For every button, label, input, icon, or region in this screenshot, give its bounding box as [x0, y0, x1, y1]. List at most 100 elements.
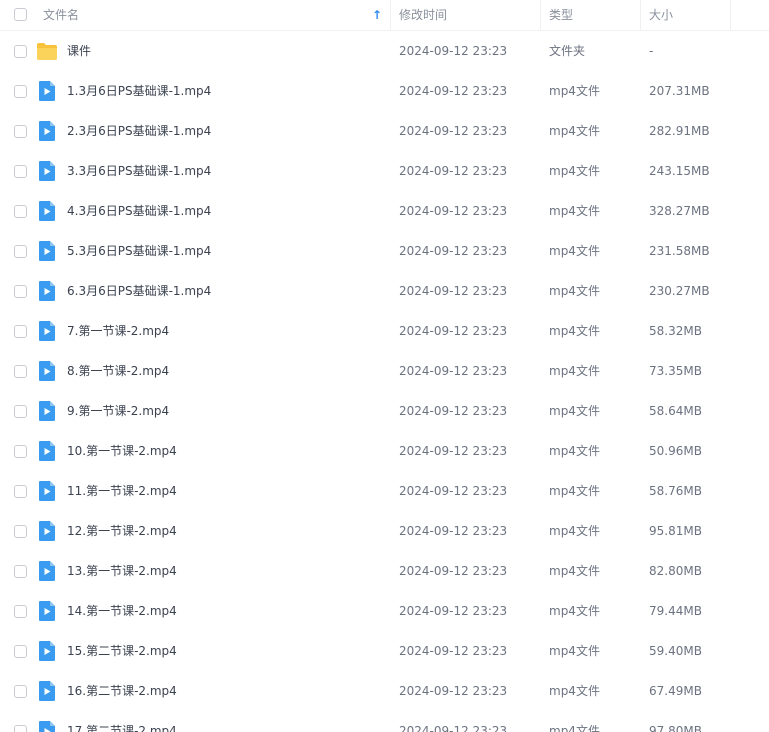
modified-time: 2024-09-12 23:23 — [399, 44, 508, 58]
file-name[interactable]: 1.3月6日PS基础课-1.mp4 — [67, 71, 211, 111]
column-header-type[interactable]: 类型 — [549, 0, 573, 30]
modified-time: 2024-09-12 23:23 — [399, 444, 508, 458]
file-name[interactable]: 13.第一节课-2.mp4 — [67, 551, 177, 591]
file-name[interactable]: 课件 — [67, 31, 91, 71]
file-row[interactable]: 17.第二节课-2.mp4 2024-09-12 23:23 mp4文件 97.80M… — [0, 711, 769, 732]
file-name[interactable]: 5.3月6日PS基础课-1.mp4 — [67, 231, 211, 271]
folder-icon — [36, 40, 58, 62]
row-checkbox[interactable] — [14, 445, 27, 458]
file-type: mp4文件 — [549, 444, 600, 458]
file-size: 328.27MB — [649, 204, 710, 218]
select-all-checkbox[interactable] — [14, 8, 27, 21]
file-type: mp4文件 — [549, 524, 600, 538]
modified-time: 2024-09-12 23:23 — [399, 124, 508, 138]
file-size: 282.91MB — [649, 124, 710, 138]
file-name[interactable]: 11.第一节课-2.mp4 — [67, 471, 177, 511]
column-header-name[interactable]: 文件名 — [43, 0, 79, 30]
row-checkbox[interactable] — [14, 85, 27, 98]
row-checkbox[interactable] — [14, 485, 27, 498]
row-checkbox[interactable] — [14, 245, 27, 258]
row-checkbox[interactable] — [14, 365, 27, 378]
file-size: 58.32MB — [649, 324, 702, 338]
row-checkbox[interactable] — [14, 325, 27, 338]
file-type: mp4文件 — [549, 644, 600, 658]
file-size: 73.35MB — [649, 364, 702, 378]
file-name[interactable]: 2.3月6日PS基础课-1.mp4 — [67, 111, 211, 151]
file-row[interactable]: 12.第一节课-2.mp4 2024-09-12 23:23 mp4文件 95.81M… — [0, 511, 769, 551]
file-list: 文件名 ↑ 修改时间 类型 大小 课件 2024-09-12 23:23 文件夹 - 1… — [0, 0, 769, 732]
file-row[interactable]: 15.第二节课-2.mp4 2024-09-12 23:23 mp4文件 59.40M… — [0, 631, 769, 671]
row-checkbox[interactable] — [14, 605, 27, 618]
file-name[interactable]: 6.3月6日PS基础课-1.mp4 — [67, 271, 211, 311]
column-divider[interactable] — [540, 0, 541, 30]
file-name[interactable]: 15.第二节课-2.mp4 — [67, 631, 177, 671]
modified-time: 2024-09-12 23:23 — [399, 244, 508, 258]
file-size: 67.49MB — [649, 684, 702, 698]
file-row[interactable]: 7.第一节课-2.mp4 2024-09-12 23:23 mp4文件 58.32MB — [0, 311, 769, 351]
file-row[interactable]: 10.第一节课-2.mp4 2024-09-12 23:23 mp4文件 50.96M… — [0, 431, 769, 471]
file-name[interactable]: 7.第一节课-2.mp4 — [67, 311, 169, 351]
row-checkbox[interactable] — [14, 285, 27, 298]
file-name[interactable]: 12.第一节课-2.mp4 — [67, 511, 177, 551]
file-name[interactable]: 14.第一节课-2.mp4 — [67, 591, 177, 631]
modified-time: 2024-09-12 23:23 — [399, 164, 508, 178]
row-checkbox[interactable] — [14, 205, 27, 218]
row-checkbox[interactable] — [14, 725, 27, 732]
video-file-icon — [36, 720, 58, 732]
file-type: mp4文件 — [549, 364, 600, 378]
file-row[interactable]: 2.3月6日PS基础课-1.mp4 2024-09-12 23:23 mp4文件 28… — [0, 111, 769, 151]
file-type: mp4文件 — [549, 124, 600, 138]
row-checkbox[interactable] — [14, 165, 27, 178]
file-name[interactable]: 17.第二节课-2.mp4 — [67, 711, 177, 732]
video-file-icon — [36, 200, 58, 222]
file-row[interactable]: 8.第一节课-2.mp4 2024-09-12 23:23 mp4文件 73.35MB — [0, 351, 769, 391]
file-row[interactable]: 课件 2024-09-12 23:23 文件夹 - — [0, 31, 769, 71]
column-divider[interactable] — [390, 0, 391, 30]
file-size: 230.27MB — [649, 284, 710, 298]
column-divider[interactable] — [730, 0, 731, 30]
file-name[interactable]: 9.第一节课-2.mp4 — [67, 391, 169, 431]
modified-time: 2024-09-12 23:23 — [399, 404, 508, 418]
column-divider[interactable] — [640, 0, 641, 30]
file-size: 231.58MB — [649, 244, 710, 258]
file-row[interactable]: 13.第一节课-2.mp4 2024-09-12 23:23 mp4文件 82.80M… — [0, 551, 769, 591]
video-file-icon — [36, 600, 58, 622]
modified-time: 2024-09-12 23:23 — [399, 524, 508, 538]
row-checkbox[interactable] — [14, 645, 27, 658]
row-checkbox[interactable] — [14, 525, 27, 538]
row-checkbox[interactable] — [14, 685, 27, 698]
file-row[interactable]: 11.第一节课-2.mp4 2024-09-12 23:23 mp4文件 58.76M… — [0, 471, 769, 511]
file-size: 95.81MB — [649, 524, 702, 538]
file-size: 59.40MB — [649, 644, 702, 658]
file-row[interactable]: 5.3月6日PS基础课-1.mp4 2024-09-12 23:23 mp4文件 23… — [0, 231, 769, 271]
row-checkbox[interactable] — [14, 45, 27, 58]
modified-time: 2024-09-12 23:23 — [399, 684, 508, 698]
file-row[interactable]: 9.第一节课-2.mp4 2024-09-12 23:23 mp4文件 58.64MB — [0, 391, 769, 431]
video-file-icon — [36, 80, 58, 102]
file-name[interactable]: 3.3月6日PS基础课-1.mp4 — [67, 151, 211, 191]
column-header-modified-time[interactable]: 修改时间 — [399, 0, 447, 30]
file-size: 82.80MB — [649, 564, 702, 578]
row-checkbox[interactable] — [14, 125, 27, 138]
file-name[interactable]: 8.第一节课-2.mp4 — [67, 351, 169, 391]
file-row[interactable]: 1.3月6日PS基础课-1.mp4 2024-09-12 23:23 mp4文件 20… — [0, 71, 769, 111]
file-size: 97.80MB — [649, 724, 702, 732]
file-type: mp4文件 — [549, 484, 600, 498]
file-row[interactable]: 3.3月6日PS基础课-1.mp4 2024-09-12 23:23 mp4文件 24… — [0, 151, 769, 191]
modified-time: 2024-09-12 23:23 — [399, 644, 508, 658]
video-file-icon — [36, 440, 58, 462]
video-file-icon — [36, 120, 58, 142]
row-checkbox[interactable] — [14, 565, 27, 578]
column-header-size[interactable]: 大小 — [649, 0, 673, 30]
file-name[interactable]: 10.第一节课-2.mp4 — [67, 431, 177, 471]
modified-time: 2024-09-12 23:23 — [399, 204, 508, 218]
file-row[interactable]: 14.第一节课-2.mp4 2024-09-12 23:23 mp4文件 79.44M… — [0, 591, 769, 631]
video-file-icon — [36, 640, 58, 662]
sort-ascending-icon[interactable]: ↑ — [372, 0, 382, 30]
file-row[interactable]: 4.3月6日PS基础课-1.mp4 2024-09-12 23:23 mp4文件 32… — [0, 191, 769, 231]
row-checkbox[interactable] — [14, 405, 27, 418]
file-name[interactable]: 4.3月6日PS基础课-1.mp4 — [67, 191, 211, 231]
file-row[interactable]: 6.3月6日PS基础课-1.mp4 2024-09-12 23:23 mp4文件 23… — [0, 271, 769, 311]
file-name[interactable]: 16.第二节课-2.mp4 — [67, 671, 177, 711]
file-row[interactable]: 16.第二节课-2.mp4 2024-09-12 23:23 mp4文件 67.49M… — [0, 671, 769, 711]
